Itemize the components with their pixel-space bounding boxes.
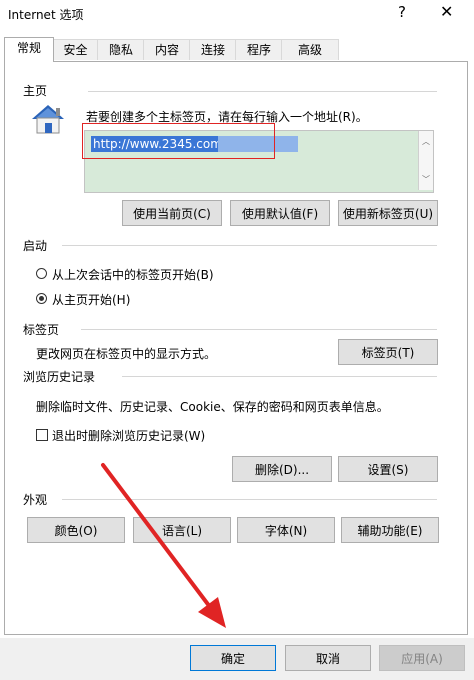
tabs-section-label: 标签页 <box>23 323 60 337</box>
radio-home-page[interactable] <box>36 293 47 304</box>
help-button[interactable]: ? <box>398 3 406 21</box>
startup-separator <box>62 245 437 246</box>
house-icon <box>32 105 64 134</box>
history-separator <box>122 376 437 377</box>
delete-history-button[interactable]: 删除(D)... <box>232 456 332 482</box>
tab-content[interactable]: 内容 <box>143 39 191 60</box>
history-description: 删除临时文件、历史记录、Cookie、保存的密码和网页表单信息。 <box>36 400 389 414</box>
scroll-down-icon[interactable]: ﹀ <box>422 174 430 185</box>
radio-last-session[interactable] <box>36 268 47 279</box>
window-title: Internet 选项 <box>8 8 84 22</box>
use-new-tab-button[interactable]: 使用新标签页(U) <box>338 200 438 226</box>
tab-programs[interactable]: 程序 <box>235 39 283 60</box>
tabs-settings-button[interactable]: 标签页(T) <box>338 339 438 365</box>
radio-home-page-label[interactable]: 从主页开始(H) <box>52 291 130 308</box>
home-section-label: 主页 <box>23 84 48 98</box>
startup-section-label: 启动 <box>23 239 48 253</box>
history-settings-button[interactable]: 设置(S) <box>338 456 438 482</box>
delete-on-exit-label[interactable]: 退出时删除浏览历史记录(W) <box>52 427 205 444</box>
delete-on-exit-checkbox[interactable] <box>36 429 48 441</box>
tabs-separator <box>81 329 437 330</box>
cancel-button[interactable]: 取消 <box>285 645 371 671</box>
appearance-separator <box>62 499 437 500</box>
appearance-section-label: 外观 <box>23 493 48 507</box>
use-current-button[interactable]: 使用当前页(C) <box>122 200 222 226</box>
tab-general[interactable]: 常规 <box>4 37 54 62</box>
tabs-description: 更改网页在标签页中的显示方式。 <box>36 347 217 361</box>
ok-button[interactable]: 确定 <box>190 645 276 671</box>
accessibility-button[interactable]: 辅助功能(E) <box>341 517 439 543</box>
radio-selected-dot <box>39 296 44 301</box>
title-bar: Internet 选项 ? ✕ <box>0 0 474 30</box>
annotation-highlight <box>82 123 275 159</box>
home-separator <box>88 91 437 92</box>
tab-advanced[interactable]: 高级 <box>281 39 339 60</box>
tab-privacy[interactable]: 隐私 <box>97 39 145 60</box>
tab-security[interactable]: 安全 <box>52 39 99 60</box>
languages-button[interactable]: 语言(L) <box>133 517 231 543</box>
apply-button[interactable]: 应用(A) <box>379 645 465 671</box>
radio-last-session-label[interactable]: 从上次会话中的标签页开始(B) <box>52 266 214 283</box>
use-default-button[interactable]: 使用默认值(F) <box>230 200 330 226</box>
tab-connections[interactable]: 连接 <box>189 39 237 60</box>
history-section-label: 浏览历史记录 <box>23 370 96 384</box>
close-button[interactable]: ✕ <box>440 2 453 21</box>
colors-button[interactable]: 颜色(O) <box>27 517 125 543</box>
scroll-up-icon[interactable]: ︿ <box>422 136 430 147</box>
home-url-scrollbar[interactable]: ︿ ﹀ <box>418 131 433 190</box>
fonts-button[interactable]: 字体(N) <box>237 517 335 543</box>
